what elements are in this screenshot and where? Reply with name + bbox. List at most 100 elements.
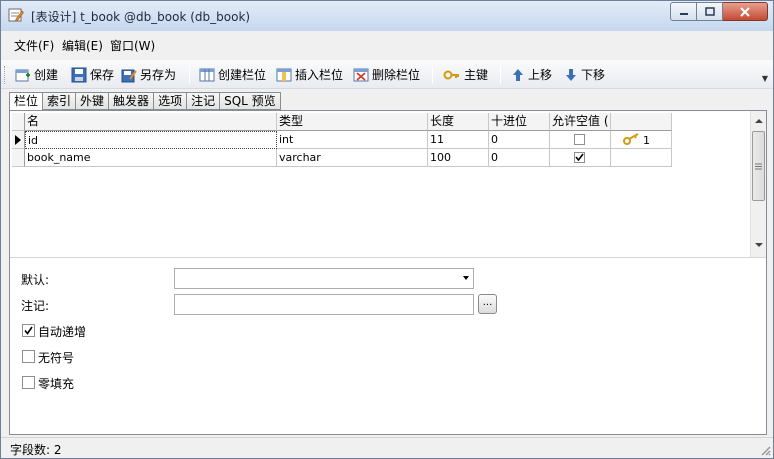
primary-key-label: 主键: [464, 68, 489, 82]
scroll-up-icon[interactable]: [752, 115, 766, 127]
menu-bar: 文件(F) 编辑(E) 窗口(W): [1, 34, 773, 56]
grid-header: 名 类型 长度 十进位 允许空值 (: [12, 113, 672, 131]
window-title: [表设计] t_book @db_book (db_book): [31, 10, 251, 24]
tab-foreign-keys[interactable]: 外键: [76, 92, 110, 110]
insert-column-label: 插入栏位: [295, 68, 344, 82]
default-dropdown[interactable]: [174, 268, 474, 289]
save-as-label: 另存为: [140, 68, 177, 82]
move-down-button[interactable]: 下移: [564, 64, 605, 85]
field-type-cell[interactable]: int: [277, 131, 428, 149]
field-nullable-cell[interactable]: [550, 131, 611, 149]
scroll-down-icon[interactable]: [752, 239, 766, 251]
nullable-checkbox[interactable]: [574, 152, 585, 163]
resize-grip-icon[interactable]: [759, 444, 771, 456]
col-header-decimal[interactable]: 十进位: [489, 113, 550, 131]
checkmark-icon: [575, 153, 584, 162]
toolbar-overflow-icon[interactable]: ▼: [762, 74, 768, 83]
auto-increment-label[interactable]: 自动递增: [38, 323, 86, 340]
tab-sql-preview[interactable]: SQL 预览: [220, 92, 281, 110]
col-header-length[interactable]: 长度: [428, 113, 489, 131]
table-row[interactable]: id int 11 0 1: [12, 131, 672, 149]
close-button[interactable]: [723, 2, 768, 21]
minimize-button[interactable]: [670, 2, 697, 21]
toolbar-separator: [189, 65, 190, 84]
unsigned-label[interactable]: 无符号: [38, 349, 74, 366]
create-label: 创建: [34, 68, 59, 82]
maximize-icon: [704, 6, 715, 16]
field-type-cell[interactable]: varchar: [277, 149, 428, 167]
key-icon: [443, 70, 459, 79]
current-row-icon: [15, 135, 21, 145]
comment-input[interactable]: [174, 294, 474, 315]
tab-fields[interactable]: 栏位: [9, 92, 44, 111]
tab-comment[interactable]: 注记: [187, 92, 221, 110]
status-bar: 字段数: 2: [1, 437, 773, 458]
save-label: 保存: [90, 68, 115, 82]
field-key-cell[interactable]: 1: [611, 131, 672, 149]
zerofill-label[interactable]: 零填充: [38, 375, 74, 392]
tab-options[interactable]: 选项: [154, 92, 188, 110]
insert-column-button[interactable]: 插入栏位: [276, 64, 343, 85]
tab-indexes[interactable]: 索引: [43, 92, 77, 110]
tab-triggers[interactable]: 触发器: [109, 92, 155, 110]
row-header-corner: [12, 113, 25, 131]
delete-column-icon: [353, 68, 369, 81]
toolbar-grip[interactable]: [4, 66, 7, 84]
toolbar-separator: [500, 65, 501, 84]
toolbar: 创建 保存 另存为 创建栏位 插入栏位 删除栏位 主键 上移 下移 ▼: [1, 60, 773, 89]
delete-column-label: 删除栏位: [372, 68, 421, 82]
create-button[interactable]: 创建: [15, 64, 58, 85]
zerofill-checkbox[interactable]: [22, 376, 35, 389]
table-design-icon: [8, 8, 24, 22]
create-column-button[interactable]: 创建栏位: [199, 64, 266, 85]
menu-window[interactable]: 窗口(W): [110, 37, 155, 54]
move-down-label: 下移: [581, 68, 606, 82]
chevron-down-icon: [463, 276, 469, 280]
field-name-cell[interactable]: id: [25, 131, 277, 149]
field-decimal-cell[interactable]: 0: [489, 149, 550, 167]
arrow-down-icon: [566, 68, 576, 81]
checkmark-icon: [24, 326, 33, 335]
default-label: 默认:: [21, 273, 50, 287]
field-length-cell[interactable]: 100: [428, 149, 489, 167]
menu-file[interactable]: 文件(F): [14, 37, 54, 54]
scrollbar-thumb[interactable]: [752, 131, 765, 201]
col-header-nullable[interactable]: 允许空值 (: [550, 113, 611, 131]
grid-scrollbar[interactable]: [750, 111, 766, 257]
save-button[interactable]: 保存: [71, 64, 114, 85]
new-table-icon: [15, 69, 30, 81]
unsigned-checkbox[interactable]: [22, 350, 35, 363]
fields-panel: 名 类型 长度 十进位 允许空值 ( id int 11 0 1 book_na…: [9, 110, 767, 435]
panel-divider: [10, 257, 766, 258]
save-as-icon: [121, 69, 137, 82]
row-selector[interactable]: [12, 131, 25, 149]
field-key-cell[interactable]: [611, 149, 672, 167]
field-length-cell[interactable]: 11: [428, 131, 489, 149]
delete-column-button[interactable]: 删除栏位: [353, 64, 420, 85]
row-selector[interactable]: [12, 149, 25, 167]
window-controls: [670, 2, 768, 22]
col-header-name[interactable]: 名: [25, 113, 277, 131]
auto-increment-checkbox[interactable]: [22, 324, 35, 337]
col-header-key[interactable]: [611, 113, 672, 131]
field-decimal-cell[interactable]: 0: [489, 131, 550, 149]
save-icon: [71, 67, 87, 82]
move-up-button[interactable]: 上移: [511, 64, 552, 85]
title-bar[interactable]: [表设计] t_book @db_book (db_book): [1, 1, 773, 31]
nullable-checkbox[interactable]: [574, 134, 585, 145]
col-header-type[interactable]: 类型: [277, 113, 428, 131]
arrow-up-icon: [513, 68, 523, 81]
key-order: 1: [643, 134, 650, 147]
move-up-label: 上移: [528, 68, 553, 82]
maximize-button[interactable]: [697, 2, 723, 21]
toolbar-separator: [432, 65, 433, 84]
primary-key-button[interactable]: 主键: [443, 64, 488, 85]
tab-strip: 栏位 索引 外键 触发器 选项 注记 SQL 预览: [9, 92, 281, 111]
comment-ellipsis-button[interactable]: ...: [478, 294, 497, 314]
field-count: 字段数: 2: [10, 443, 62, 457]
field-nullable-cell[interactable]: [550, 149, 611, 167]
save-as-button[interactable]: 另存为: [121, 64, 176, 85]
menu-edit[interactable]: 编辑(E): [62, 37, 103, 54]
field-name-cell[interactable]: book_name: [25, 149, 277, 167]
table-row[interactable]: book_name varchar 100 0: [12, 149, 672, 167]
